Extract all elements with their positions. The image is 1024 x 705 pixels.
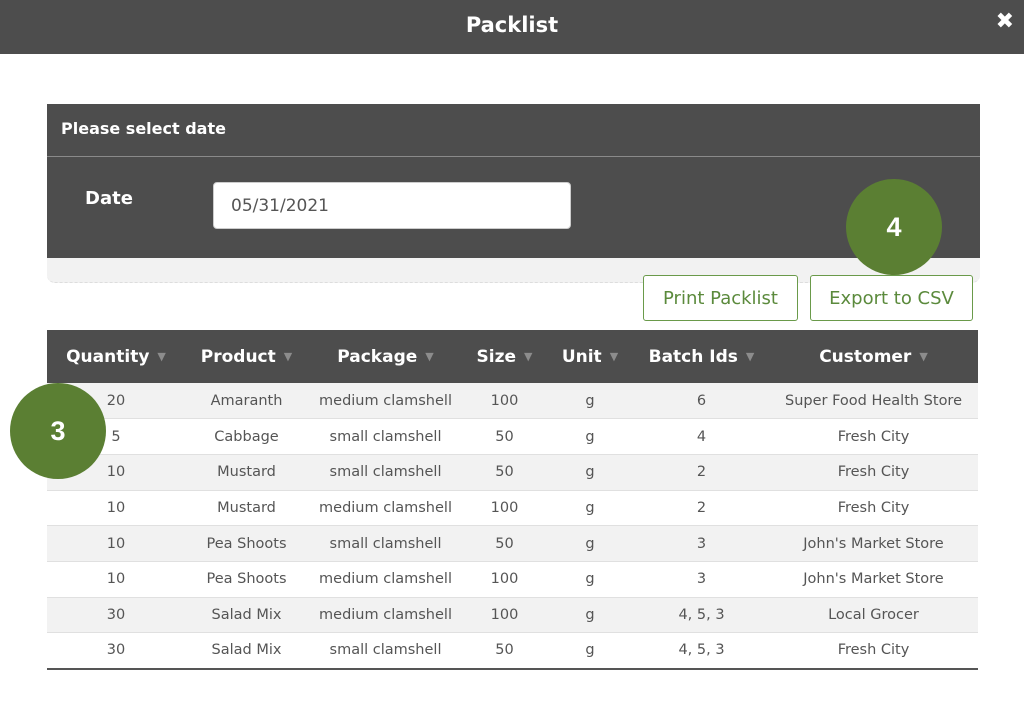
cell-customer: Local Grocer (769, 597, 978, 634)
column-header-customer[interactable]: Customer ▼ (769, 330, 978, 383)
cell-package: small clamshell (308, 632, 463, 670)
cell-size: 100 (463, 383, 546, 420)
cell-quantity: 30 (47, 632, 185, 670)
chevron-down-icon[interactable]: ▼ (610, 350, 618, 363)
cell-customer: Fresh City (769, 454, 978, 491)
cell-customer: Super Food Health Store (769, 383, 978, 420)
cell-unit: g (546, 525, 634, 562)
table-row: 20 Amaranth medium clamshell 100 g 6 Sup… (47, 383, 978, 420)
cell-batch-ids: 6 (634, 383, 769, 420)
column-header-product[interactable]: Product ▼ (185, 330, 308, 383)
chevron-down-icon[interactable]: ▼ (919, 350, 927, 363)
table-row: 30 Salad Mix medium clamshell 100 g 4, 5… (47, 597, 978, 634)
cell-product: Cabbage (185, 418, 308, 455)
dialog-titlebar: Packlist ✖ (0, 0, 1024, 54)
cell-unit: g (546, 418, 634, 455)
cell-size: 50 (463, 454, 546, 491)
cell-customer: Fresh City (769, 490, 978, 527)
cell-product: Pea Shoots (185, 561, 308, 598)
cell-product: Salad Mix (185, 632, 308, 670)
cell-customer: Fresh City (769, 632, 978, 670)
cell-product: Pea Shoots (185, 525, 308, 562)
chevron-down-icon[interactable]: ▼ (524, 350, 532, 363)
cell-quantity: 10 (47, 525, 185, 562)
cell-unit: g (546, 561, 634, 598)
packlist-table-container: Quantity ▼ Product ▼ Package ▼ Size ▼ Unit ▼ … (47, 330, 978, 670)
cell-size: 50 (463, 418, 546, 455)
cell-batch-ids: 4, 5, 3 (634, 632, 769, 670)
cell-batch-ids: 2 (634, 454, 769, 491)
table-row: 10 Pea Shoots medium clamshell 100 g 3 J… (47, 561, 978, 598)
table-row: 10 Mustard small clamshell 50 g 2 Fresh … (47, 454, 978, 491)
date-input[interactable] (213, 182, 571, 229)
cell-batch-ids: 4 (634, 418, 769, 455)
cell-package: medium clamshell (308, 561, 463, 598)
cell-quantity: 30 (47, 597, 185, 634)
cell-package: small clamshell (308, 418, 463, 455)
chevron-down-icon[interactable]: ▼ (157, 350, 165, 363)
cell-product: Mustard (185, 490, 308, 527)
cell-customer: John's Market Store (769, 525, 978, 562)
packlist-table: Quantity ▼ Product ▼ Package ▼ Size ▼ Unit ▼ … (47, 330, 978, 670)
column-header-unit[interactable]: Unit ▼ (546, 330, 634, 383)
cell-batch-ids: 4, 5, 3 (634, 597, 769, 634)
cell-unit: g (546, 597, 634, 634)
chevron-down-icon[interactable]: ▼ (284, 350, 292, 363)
step-marker-4: 4 (846, 179, 942, 275)
column-header-quantity[interactable]: Quantity ▼ (47, 330, 185, 383)
cell-unit: g (546, 632, 634, 670)
print-packlist-button[interactable]: Print Packlist (643, 275, 798, 321)
date-panel-body: Date (47, 157, 980, 258)
cell-product: Amaranth (185, 383, 308, 420)
cell-quantity: 10 (47, 561, 185, 598)
cell-customer: Fresh City (769, 418, 978, 455)
export-csv-button[interactable]: Export to CSV (810, 275, 973, 321)
column-header-package[interactable]: Package ▼ (308, 330, 463, 383)
table-row: 30 Salad Mix small clamshell 50 g 4, 5, … (47, 632, 978, 670)
table-row: 10 Pea Shoots small clamshell 50 g 3 Joh… (47, 525, 978, 562)
cell-package: small clamshell (308, 525, 463, 562)
cell-package: medium clamshell (308, 597, 463, 634)
cell-size: 100 (463, 490, 546, 527)
step-marker-3: 3 (10, 383, 106, 479)
cell-batch-ids: 2 (634, 490, 769, 527)
cell-unit: g (546, 490, 634, 527)
cell-size: 50 (463, 632, 546, 670)
table-row: 5 Cabbage small clamshell 50 g 4 Fresh C… (47, 418, 978, 455)
chevron-down-icon[interactable]: ▼ (746, 350, 754, 363)
cell-product: Mustard (185, 454, 308, 491)
date-panel: Please select date Date (47, 104, 980, 283)
column-header-batch-ids[interactable]: Batch Ids ▼ (634, 330, 769, 383)
cell-customer: John's Market Store (769, 561, 978, 598)
table-header-row: Quantity ▼ Product ▼ Package ▼ Size ▼ Unit ▼ … (47, 330, 978, 383)
date-panel-title: Please select date (61, 119, 226, 138)
cell-package: small clamshell (308, 454, 463, 491)
chevron-down-icon[interactable]: ▼ (425, 350, 433, 363)
close-icon[interactable]: ✖ (996, 9, 1014, 34)
column-header-size[interactable]: Size ▼ (463, 330, 546, 383)
cell-size: 50 (463, 525, 546, 562)
cell-package: medium clamshell (308, 490, 463, 527)
date-panel-header: Please select date (47, 104, 980, 157)
cell-quantity: 10 (47, 490, 185, 527)
cell-package: medium clamshell (308, 383, 463, 420)
cell-batch-ids: 3 (634, 525, 769, 562)
cell-unit: g (546, 383, 634, 420)
cell-unit: g (546, 454, 634, 491)
table-row: 10 Mustard medium clamshell 100 g 2 Fres… (47, 490, 978, 527)
date-label: Date (85, 188, 133, 209)
cell-batch-ids: 3 (634, 561, 769, 598)
cell-product: Salad Mix (185, 597, 308, 634)
cell-size: 100 (463, 597, 546, 634)
cell-size: 100 (463, 561, 546, 598)
dialog-title: Packlist (465, 13, 559, 37)
